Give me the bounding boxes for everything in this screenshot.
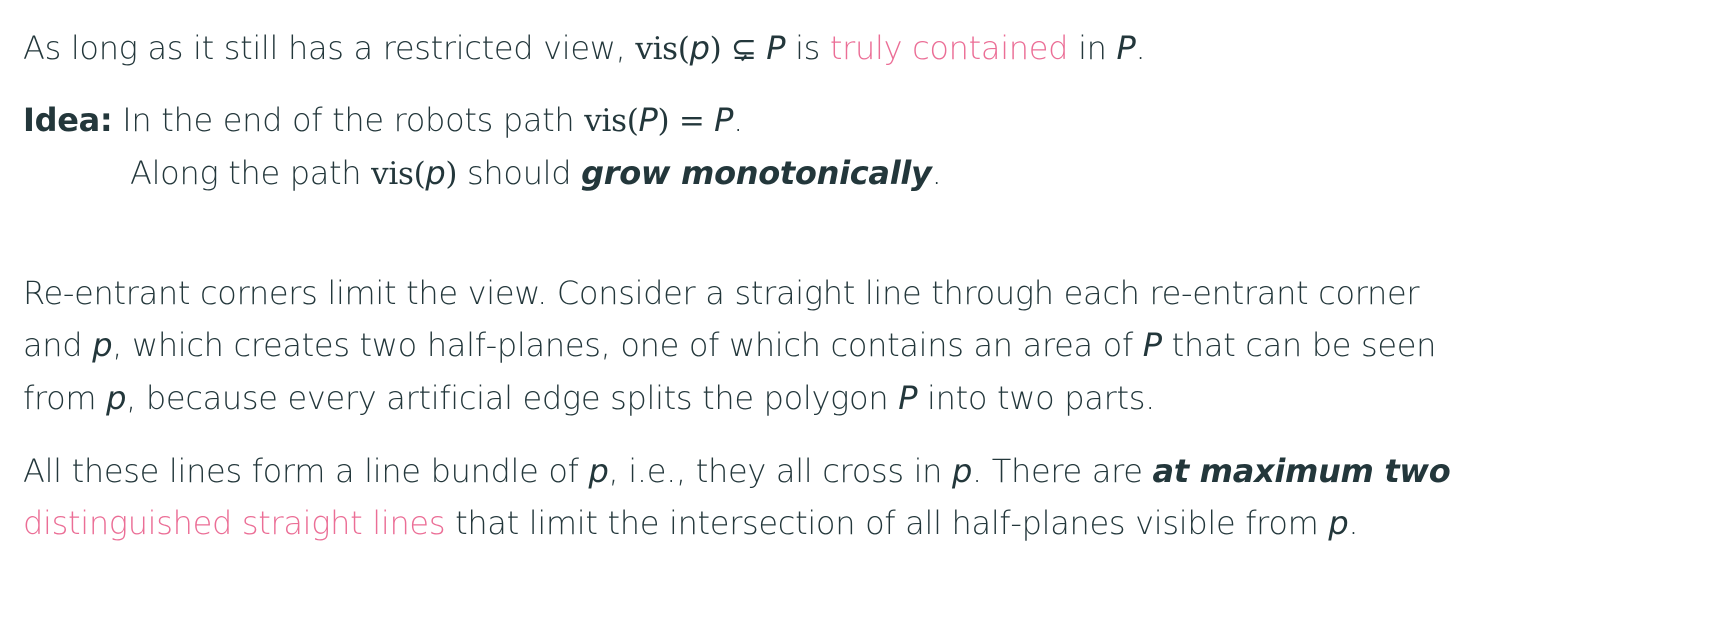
idea-line: Idea: In the end of the robots path vis(… <box>23 100 743 141</box>
text: that can be seen <box>1161 326 1437 364</box>
text: that limit the intersection of all half-… <box>445 504 1329 542</box>
text: . <box>1135 29 1146 67</box>
text: Along the path <box>130 154 372 192</box>
text: in <box>1068 29 1117 67</box>
math-p: p <box>689 29 710 67</box>
math-P: P <box>898 379 918 417</box>
paragraph-line: Re-entrant corners limit the view. Consi… <box>23 273 1420 313</box>
paren: ) <box>445 156 458 192</box>
math-p: p <box>106 379 127 417</box>
math-P: P <box>714 101 734 139</box>
text: from <box>23 379 107 417</box>
math-p: p <box>1328 504 1349 542</box>
text: . <box>931 154 942 192</box>
math-P: P <box>638 101 658 139</box>
math-p: p <box>92 326 113 364</box>
paragraph-line: and p, which creates two half-planes, on… <box>23 325 1436 365</box>
emphasis-text: at maximum two <box>1152 452 1451 490</box>
math-P: P <box>1142 326 1162 364</box>
text: . There are <box>972 452 1153 490</box>
text: All these lines form a line bundle of <box>23 452 589 490</box>
restricted-view-sentence: As long as it still has a restricted vie… <box>23 28 1146 69</box>
paren: ) <box>657 103 670 139</box>
math-vis: vis <box>371 156 414 192</box>
text: , because every artificial edge splits t… <box>126 379 899 417</box>
paren: ( <box>677 31 690 67</box>
math-P: P <box>1116 29 1136 67</box>
text: As long as it still has a restricted vie… <box>23 29 636 67</box>
math-vis: vis <box>635 31 678 67</box>
math-p: p <box>425 154 446 192</box>
math-P: P <box>766 29 786 67</box>
text: into two parts. <box>917 379 1155 417</box>
text: and <box>23 326 93 364</box>
paragraph-line: distinguished straight lines that limit … <box>23 503 1359 543</box>
text: , i.e., they all cross in <box>608 452 953 490</box>
paragraph-line: All these lines form a line bundle of p,… <box>23 451 1451 491</box>
math-p: p <box>588 452 609 490</box>
text: . <box>1348 504 1359 542</box>
text: . <box>733 101 743 139</box>
paren: ( <box>626 103 639 139</box>
alert-text: distinguished straight lines <box>23 504 446 542</box>
alert-text: truly contained <box>829 29 1069 67</box>
text: is <box>785 29 830 67</box>
text: should <box>457 154 582 192</box>
math-p: p <box>952 452 973 490</box>
emphasis-text: grow monotonically <box>581 154 932 192</box>
text: Re-entrant corners limit the view. Consi… <box>23 274 1420 312</box>
text: In the end of the robots path <box>112 101 585 139</box>
subsetneq-symbol: ⊊ <box>721 31 767 67</box>
equals-symbol: = <box>669 103 715 139</box>
paren: ( <box>413 156 426 192</box>
text: , which creates two half-planes, one of … <box>112 326 1143 364</box>
paragraph-line: from p, because every artificial edge sp… <box>23 378 1155 418</box>
idea-line-2: Along the path vis(p) should grow monoto… <box>130 153 942 194</box>
paren: ) <box>709 31 722 67</box>
idea-label: Idea: <box>23 101 113 139</box>
math-vis: vis <box>584 103 627 139</box>
